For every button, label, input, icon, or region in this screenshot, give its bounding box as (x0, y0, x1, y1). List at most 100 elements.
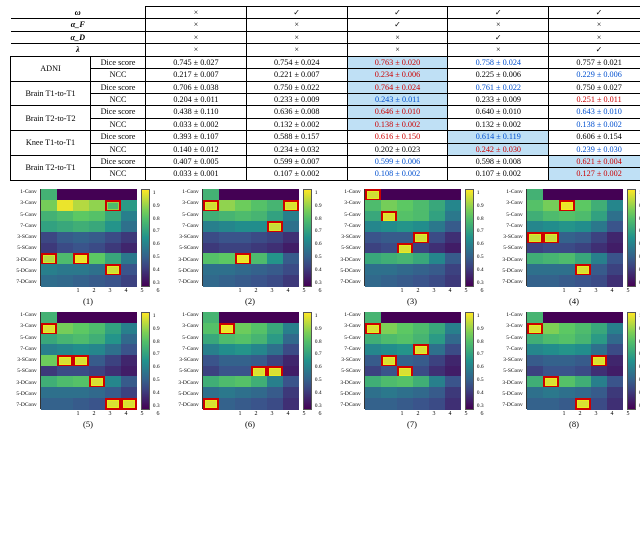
y-tick-label: 5-Conv (178, 336, 198, 342)
y-tick-label: 3-DConv (16, 381, 36, 387)
colorbar-tick: 0.3 (315, 280, 322, 286)
y-tick-label: 5-Conv (502, 336, 522, 342)
subplot-caption: (4) (569, 296, 579, 306)
y-tick-label: 3-DConv (178, 381, 198, 387)
y-tick-label: 3-SConv (502, 235, 522, 241)
colorbar-tick: 0.8 (315, 339, 322, 345)
heatmap-cell (559, 275, 575, 287)
x-tick-label: 1 (239, 288, 242, 294)
config-mark: × (448, 44, 549, 56)
colorbar-tick: 0.5 (315, 377, 322, 383)
metric-value: 0.750 ± 0.027 (549, 81, 640, 93)
x-tick-label: 1 (401, 411, 404, 417)
x-tick-label: 2 (93, 411, 96, 417)
colorbar-tick: 0.4 (315, 390, 322, 396)
colorbar-tick: 0.5 (153, 377, 160, 383)
metric-value: 0.764 ± 0.024 (347, 81, 448, 93)
x-tick-label: 4 (449, 411, 452, 417)
y-tick-label: 5-SConv (178, 246, 198, 252)
y-tick-label: 3-SConv (340, 235, 360, 241)
colorbar-tick: 0.4 (153, 390, 160, 396)
x-tick-label: 2 (579, 288, 582, 294)
metric-value: 0.107 ± 0.002 (246, 168, 347, 180)
colorbar (141, 312, 150, 410)
x-tick-label: 4 (611, 288, 614, 294)
y-tick-label: 7-Conv (502, 224, 522, 230)
metric-name: NCC (91, 118, 146, 130)
header-param: α_D (70, 33, 85, 42)
y-tick-label: 3-Conv (178, 201, 198, 207)
colorbar-tick: 0.6 (153, 364, 160, 370)
metric-value: 0.598 ± 0.008 (448, 156, 549, 168)
heatmap-cell (89, 398, 105, 410)
y-tick-label: 3-DConv (340, 258, 360, 264)
y-tick-label: 3-DConv (502, 258, 522, 264)
config-mark: × (549, 31, 640, 43)
y-tick-label: 5-DConv (340, 392, 360, 398)
metric-name: Dice score (91, 131, 146, 143)
y-tick-label: 5-Conv (16, 336, 36, 342)
x-tick-label: 6 (319, 411, 322, 417)
y-tick-label: 3-SConv (502, 358, 522, 364)
heatmap-cell (445, 398, 461, 410)
heatmap-5: 1-Conv3-Conv5-Conv7-Conv3-SConv5-SConv3-… (10, 312, 166, 429)
heatmap-cell (591, 398, 607, 410)
x-tick-label: 2 (579, 411, 582, 417)
config-mark: × (448, 19, 549, 31)
heatmap-cell (365, 275, 381, 287)
config-mark: × (146, 7, 247, 19)
metric-value: 0.616 ± 0.150 (347, 131, 448, 143)
colorbar-tick: 0.8 (153, 216, 160, 222)
colorbar-tick: 0.5 (477, 377, 484, 383)
y-tick-label: 3-Conv (502, 324, 522, 330)
config-mark: ✓ (347, 19, 448, 31)
y-tick-label: 5-DConv (178, 392, 198, 398)
heatmap-cell (527, 275, 543, 287)
colorbar-tick: 1 (153, 190, 160, 196)
colorbar (465, 312, 474, 410)
x-tick-label: 2 (417, 411, 420, 417)
heatmap-grid: 1-Conv 3-Conv 5-Conv 7-Conv 3-SConv 5-SConv 3-… (10, 189, 640, 429)
colorbar (141, 189, 150, 287)
x-tick-label: 2 (255, 288, 258, 294)
colorbar-tick: 0.6 (477, 241, 484, 247)
x-tick-label: 5 (627, 288, 630, 294)
colorbar-tick: 0.9 (477, 326, 484, 332)
metric-name: NCC (91, 69, 146, 81)
x-tick-label: 4 (449, 288, 452, 294)
colorbar-tick: 0.7 (315, 351, 322, 357)
colorbar-tick: 0.5 (315, 254, 322, 260)
metric-value: 0.127 ± 0.002 (549, 168, 640, 180)
heatmap-cell (267, 398, 283, 410)
heatmap-cell (543, 398, 559, 410)
y-tick-label: 1-Conv (502, 190, 522, 196)
metric-value: 0.234 ± 0.032 (246, 143, 347, 155)
x-tick-label: 1 (77, 288, 80, 294)
y-tick-label: 3-Conv (16, 201, 36, 207)
x-tick-label: 4 (125, 411, 128, 417)
config-mark: ✓ (448, 7, 549, 19)
colorbar-tick: 0.4 (477, 267, 484, 273)
subplot-caption: (7) (407, 419, 417, 429)
metric-value: 0.221 ± 0.007 (246, 69, 347, 81)
metric-value: 0.132 ± 0.002 (246, 118, 347, 130)
x-tick-label: 3 (271, 288, 274, 294)
colorbar-tick: 0.9 (315, 203, 322, 209)
y-tick-label: 3-DConv (502, 381, 522, 387)
x-tick-label: 6 (319, 288, 322, 294)
metric-value: 0.140 ± 0.012 (146, 143, 247, 155)
header-param: α_F (71, 20, 85, 29)
metric-value: 0.599 ± 0.007 (246, 156, 347, 168)
heatmap-cell (121, 275, 137, 287)
metric-value: 0.251 ± 0.011 (549, 93, 640, 105)
subplot-caption: (5) (83, 419, 93, 429)
heatmap-cell (559, 398, 575, 410)
y-tick-label: 5-Conv (340, 213, 360, 219)
colorbar-tick: 0.3 (315, 403, 322, 409)
colorbar-tick: 1 (315, 190, 322, 196)
y-tick-label: 7-DConv (178, 280, 198, 286)
y-tick-label: 7-DConv (340, 403, 360, 409)
colorbar-tick: 0.8 (315, 216, 322, 222)
metric-value: 0.750 ± 0.022 (246, 81, 347, 93)
y-tick-label: 5-SConv (340, 246, 360, 252)
